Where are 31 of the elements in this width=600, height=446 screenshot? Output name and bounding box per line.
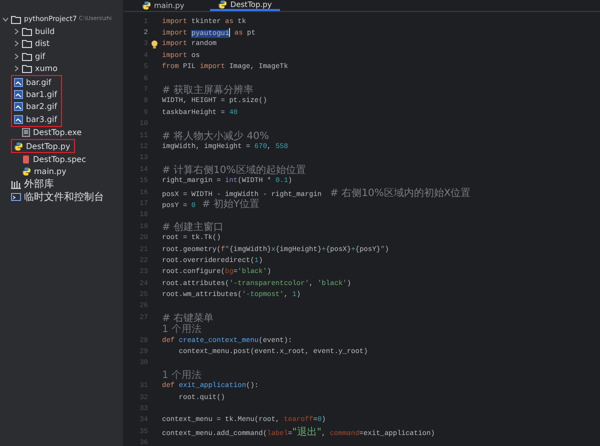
python-icon — [22, 167, 31, 176]
tree-item[interactable]: bar2.gif — [12, 100, 58, 114]
tree-item[interactable]: bar1.gif — [12, 88, 58, 101]
code-line: # 创建主窗口 — [162, 220, 224, 234]
code-line: # 获取主屏幕分辨率 — [162, 84, 254, 96]
image-file-icon — [14, 90, 23, 100]
tree-item[interactable]: gif — [0, 50, 123, 63]
tree-item[interactable]: DestTop.exe — [0, 126, 123, 139]
code-line: # 右键菜单 — [162, 312, 214, 324]
python-icon — [14, 142, 23, 151]
code-line: # 计算右侧10%区域的起始位置 — [162, 164, 306, 176]
tree-item[interactable]: dist — [0, 38, 123, 50]
document-icon — [22, 128, 30, 138]
image-file-icon — [14, 102, 23, 112]
tree-item[interactable]: build — [0, 25, 123, 38]
tree-item[interactable]: bar3.gif — [12, 113, 58, 126]
console-icon — [11, 192, 21, 202]
document-icon — [22, 154, 30, 164]
tree-item[interactable]: bar.gif — [12, 76, 58, 88]
code-line: # 将人物大小减少 40% — [162, 130, 269, 142]
tree-item[interactable]: main.py — [0, 166, 123, 178]
python-icon — [142, 1, 151, 10]
image-file-icon — [14, 78, 23, 87]
image-file-icon — [14, 114, 23, 124]
python-icon — [218, 0, 228, 9]
tree-item[interactable]: xumo — [0, 62, 123, 75]
tree-item[interactable]: DestTop.py — [12, 140, 70, 152]
tree-item[interactable]: 外部库 — [0, 178, 123, 190]
tree-item[interactable]: 临时文件和控制台 — [0, 190, 123, 203]
library-icon — [11, 180, 21, 189]
tree-item[interactable]: DestTop.spec — [0, 153, 123, 166]
